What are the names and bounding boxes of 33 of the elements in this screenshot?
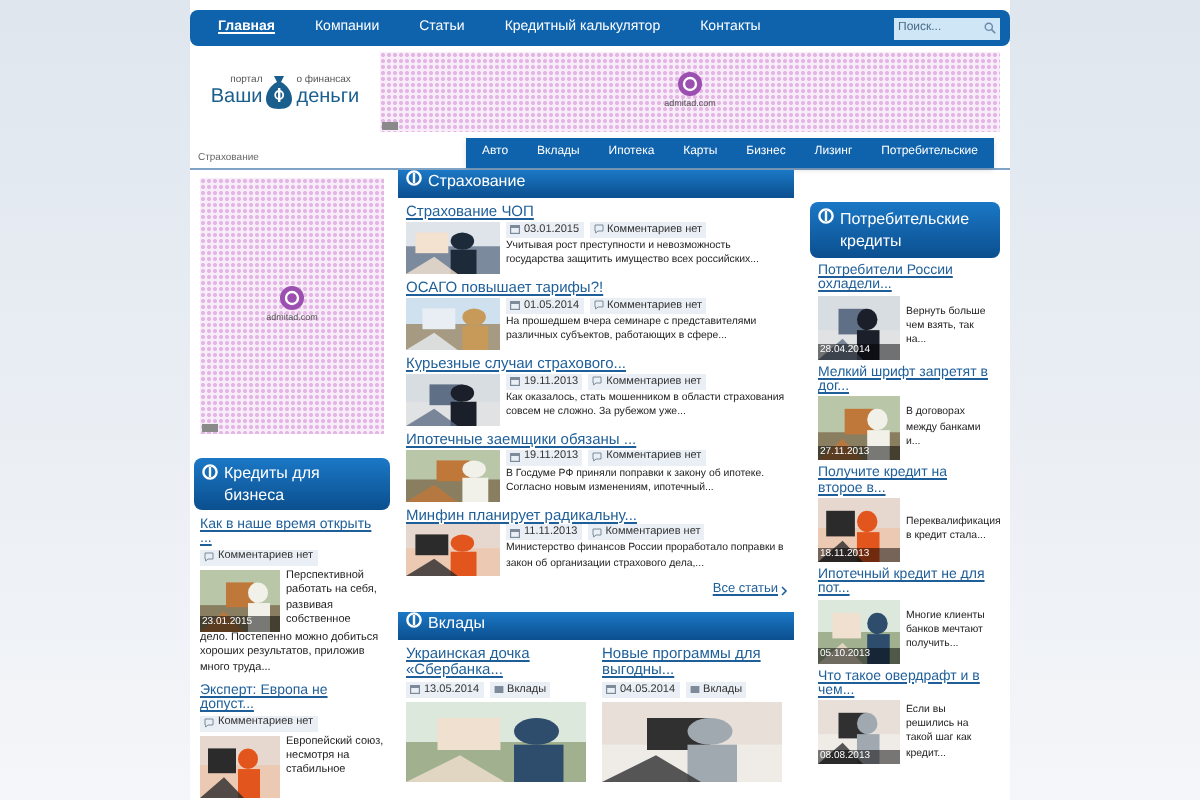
calendar-icon — [510, 527, 520, 538]
section-title: Потребительские кредиты — [840, 208, 972, 253]
comment-icon — [591, 527, 602, 538]
section-title: Страхование — [428, 170, 526, 194]
folder-icon — [493, 684, 504, 695]
comment-icon — [592, 452, 603, 462]
coin-icon — [406, 612, 422, 629]
comment-icon — [593, 300, 604, 311]
section-title: Кредиты для бизнеса — [224, 464, 322, 508]
coin-icon — [406, 170, 422, 186]
search-icon[interactable] — [984, 22, 996, 34]
calendar-icon — [606, 684, 616, 695]
chevron-right-icon — [780, 585, 788, 596]
section-title: Вклады — [428, 612, 485, 637]
coin-icon — [818, 208, 834, 224]
logo-text: Ваши — [210, 88, 263, 109]
ad-logo-icon — [678, 71, 702, 96]
calendar-icon — [510, 376, 520, 387]
comment-icon — [204, 552, 214, 563]
comment-icon — [593, 224, 604, 235]
ad-logo-icon — [280, 286, 304, 311]
logo-text: деньги — [296, 88, 360, 109]
calendar-icon — [510, 224, 520, 235]
comment-icon — [204, 718, 214, 729]
folder-icon — [689, 684, 700, 695]
calendar-icon — [510, 300, 520, 311]
calendar-icon — [510, 452, 520, 462]
ad-tag-icon — [382, 121, 398, 129]
comment-icon — [592, 376, 603, 387]
ad-tag-icon — [202, 424, 218, 432]
coin-icon — [202, 464, 218, 480]
money-bag-icon — [266, 73, 293, 109]
calendar-icon — [410, 684, 420, 695]
